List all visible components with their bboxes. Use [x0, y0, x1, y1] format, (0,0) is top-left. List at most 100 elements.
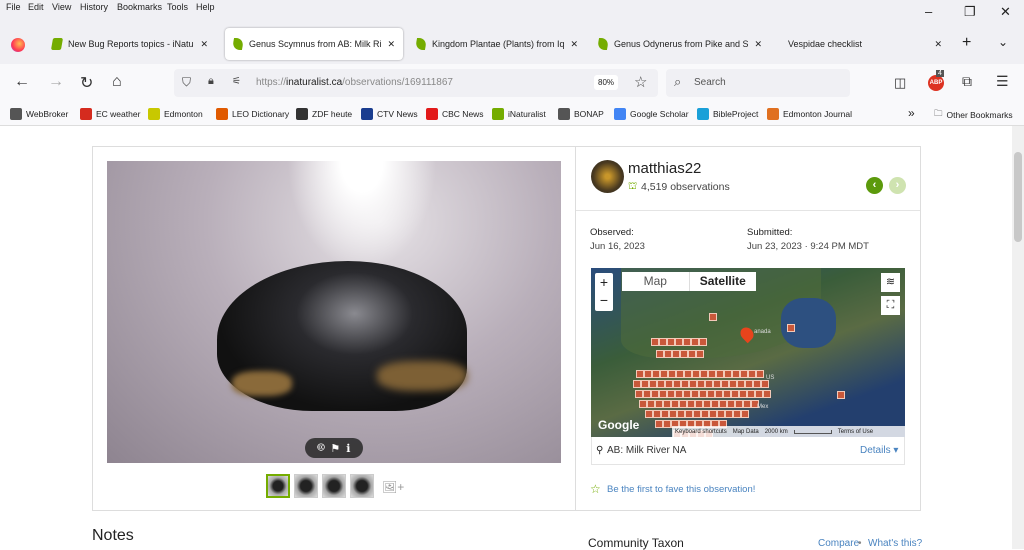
- extensions-icon[interactable]: ⧉: [962, 73, 972, 90]
- close-tab-icon[interactable]: ✕: [570, 39, 578, 50]
- bookmark-item[interactable]: ZDF heute: [296, 108, 352, 120]
- other-bookmarks[interactable]: 🗀 Other Bookmarks: [934, 108, 1013, 122]
- back-button[interactable]: ←: [14, 73, 30, 91]
- map-type-map[interactable]: Map: [622, 272, 690, 291]
- tab-vespidae-checklist[interactable]: Vespidae checklist ✕: [780, 28, 950, 60]
- close-tab-icon[interactable]: ✕: [754, 39, 762, 50]
- zoom-level[interactable]: 80%: [594, 75, 619, 90]
- home-button[interactable]: ⌂: [112, 73, 122, 91]
- layers-icon[interactable]: ≋: [881, 273, 900, 292]
- flag-icon[interactable]: ⚑: [330, 442, 340, 455]
- bookmark-item[interactable]: LEO Dictionary: [216, 108, 289, 120]
- menu-bookmarks[interactable]: Bookmarks: [117, 2, 162, 12]
- close-tab-icon[interactable]: ✕: [934, 39, 942, 50]
- scrollbar[interactable]: [1012, 126, 1024, 549]
- url-bar[interactable]: ⛉ 🔒︎ ⚟ https://inaturalist.ca/observatio…: [174, 69, 658, 97]
- map-data-link[interactable]: Map Data: [733, 429, 759, 435]
- minimize-button[interactable]: –: [925, 4, 932, 19]
- photo-thumbnail[interactable]: [266, 474, 290, 498]
- inaturalist-icon: [50, 38, 64, 50]
- photo-thumbnail[interactable]: [350, 474, 374, 498]
- bookmark-label: BONAP: [574, 109, 604, 119]
- observation-grid-cell: [651, 338, 659, 346]
- tab-genus-odynerus[interactable]: Genus Odynerus from Pike and San ✕: [590, 28, 770, 60]
- keyboard-shortcuts-link[interactable]: Keyboard shortcuts: [675, 429, 727, 435]
- close-tab-icon[interactable]: ✕: [387, 39, 395, 50]
- previous-observation-button[interactable]: ‹: [866, 177, 883, 194]
- observation-grid-cell: [673, 380, 681, 388]
- new-tab-button[interactable]: +: [962, 34, 971, 52]
- menu-file[interactable]: File: [6, 2, 21, 12]
- observation-grid-cell: [709, 410, 717, 418]
- observation-grid-cell: [715, 390, 723, 398]
- star-icon[interactable]: ☆: [590, 482, 601, 496]
- forward-button[interactable]: →: [48, 73, 64, 91]
- terms-link[interactable]: Terms of Use: [838, 429, 873, 435]
- observation-grid-cell: [729, 380, 737, 388]
- username[interactable]: matthias22: [628, 160, 701, 177]
- observation-grid-cell: [753, 380, 761, 388]
- bookmark-item[interactable]: CBC News: [426, 108, 484, 120]
- add-photo-icon[interactable]: 🖼︎+: [382, 480, 404, 494]
- bookmark-item[interactable]: BibleProject: [697, 108, 758, 120]
- map-label: US: [766, 375, 775, 381]
- map-type-satellite[interactable]: Satellite: [690, 272, 757, 291]
- shield-icon[interactable]: ⛉: [182, 75, 191, 90]
- zoom-in-button[interactable]: +: [595, 273, 613, 291]
- close-window-button[interactable]: ✕: [1000, 4, 1011, 20]
- bookmarks-overflow-button[interactable]: »: [908, 106, 915, 120]
- restore-button[interactable]: ❐: [964, 4, 976, 20]
- menu-view[interactable]: View: [52, 2, 71, 12]
- next-observation-button[interactable]: ›: [889, 177, 906, 194]
- zoom-out-button[interactable]: −: [595, 291, 613, 309]
- menu-button[interactable]: ☰: [996, 73, 1009, 90]
- observation-map[interactable]: + − Map Satellite ≋ ⛶ anada US Mex Google…: [591, 268, 905, 437]
- scrollbar-thumb[interactable]: [1014, 152, 1022, 242]
- list-tabs-button[interactable]: ⌄: [998, 35, 1008, 49]
- bookmark-item[interactable]: WebBroker: [10, 108, 68, 120]
- observation-grid-cell: [695, 400, 703, 408]
- submitted-date: Jun 23, 2023 · 9:24 PM MDT: [747, 241, 869, 252]
- search-bar[interactable]: ⌕ Search: [666, 69, 850, 97]
- search-input[interactable]: Search: [694, 77, 726, 88]
- firefox-icon[interactable]: [11, 38, 25, 52]
- observation-grid-cell: [699, 390, 707, 398]
- info-icon[interactable]: ℹ: [346, 442, 350, 455]
- bookmark-item[interactable]: iNaturalist: [492, 108, 546, 120]
- menu-edit[interactable]: Edit: [28, 2, 44, 12]
- observation-photo[interactable]: 🅭 ⚑ ℹ: [107, 161, 561, 463]
- bookmark-item[interactable]: Edmonton: [148, 108, 203, 120]
- photo-license-controls[interactable]: 🅭 ⚑ ℹ: [305, 438, 363, 458]
- bookmark-star-icon[interactable]: ☆: [634, 73, 647, 91]
- fave-link[interactable]: Be the first to fave this observation!: [607, 484, 755, 495]
- fullscreen-icon[interactable]: ⛶: [881, 296, 900, 315]
- tab-new-bug-reports[interactable]: New Bug Reports topics - iNaturalist✕: [44, 28, 216, 60]
- bookmark-item[interactable]: EC weather: [80, 108, 140, 120]
- menu-history[interactable]: History: [80, 2, 108, 12]
- observation-count[interactable]: 4,519 observations: [641, 181, 730, 193]
- bookmark-item[interactable]: BONAP: [558, 108, 604, 120]
- reload-button[interactable]: ↻: [80, 73, 93, 93]
- permissions-icon[interactable]: ⚟: [232, 76, 241, 87]
- cc-icon[interactable]: 🅭: [318, 442, 325, 455]
- bookmark-item[interactable]: Edmonton Journal: [767, 108, 852, 120]
- photo-thumbnail[interactable]: [294, 474, 318, 498]
- url-text[interactable]: https://inaturalist.ca/observations/1691…: [256, 77, 453, 88]
- bookmark-item[interactable]: Google Scholar: [614, 108, 689, 120]
- compare-link[interactable]: Compare: [818, 538, 859, 549]
- menu-tools[interactable]: Tools: [167, 2, 188, 12]
- tab-genus-scymnus[interactable]: Genus Scymnus from AB: Milk River ✕: [225, 28, 403, 60]
- close-tab-icon[interactable]: ✕: [200, 39, 208, 50]
- bookmark-item[interactable]: CTV News: [361, 108, 418, 120]
- pocket-icon[interactable]: ◫: [894, 75, 906, 91]
- observation-grid-cell: [675, 338, 683, 346]
- avatar[interactable]: [591, 160, 624, 193]
- lock-icon[interactable]: 🔒︎: [208, 75, 214, 88]
- details-dropdown[interactable]: Details ▾: [860, 445, 898, 456]
- adblock-icon[interactable]: ABP: [928, 75, 944, 91]
- photo-thumbnail[interactable]: [322, 474, 346, 498]
- bookmark-favicon-icon: [296, 108, 308, 120]
- tab-kingdom-plantae[interactable]: Kingdom Plantae (Plants) from Iqalu ✕: [408, 28, 586, 60]
- menu-help[interactable]: Help: [196, 2, 215, 12]
- whats-this-link[interactable]: What's this?: [868, 538, 922, 549]
